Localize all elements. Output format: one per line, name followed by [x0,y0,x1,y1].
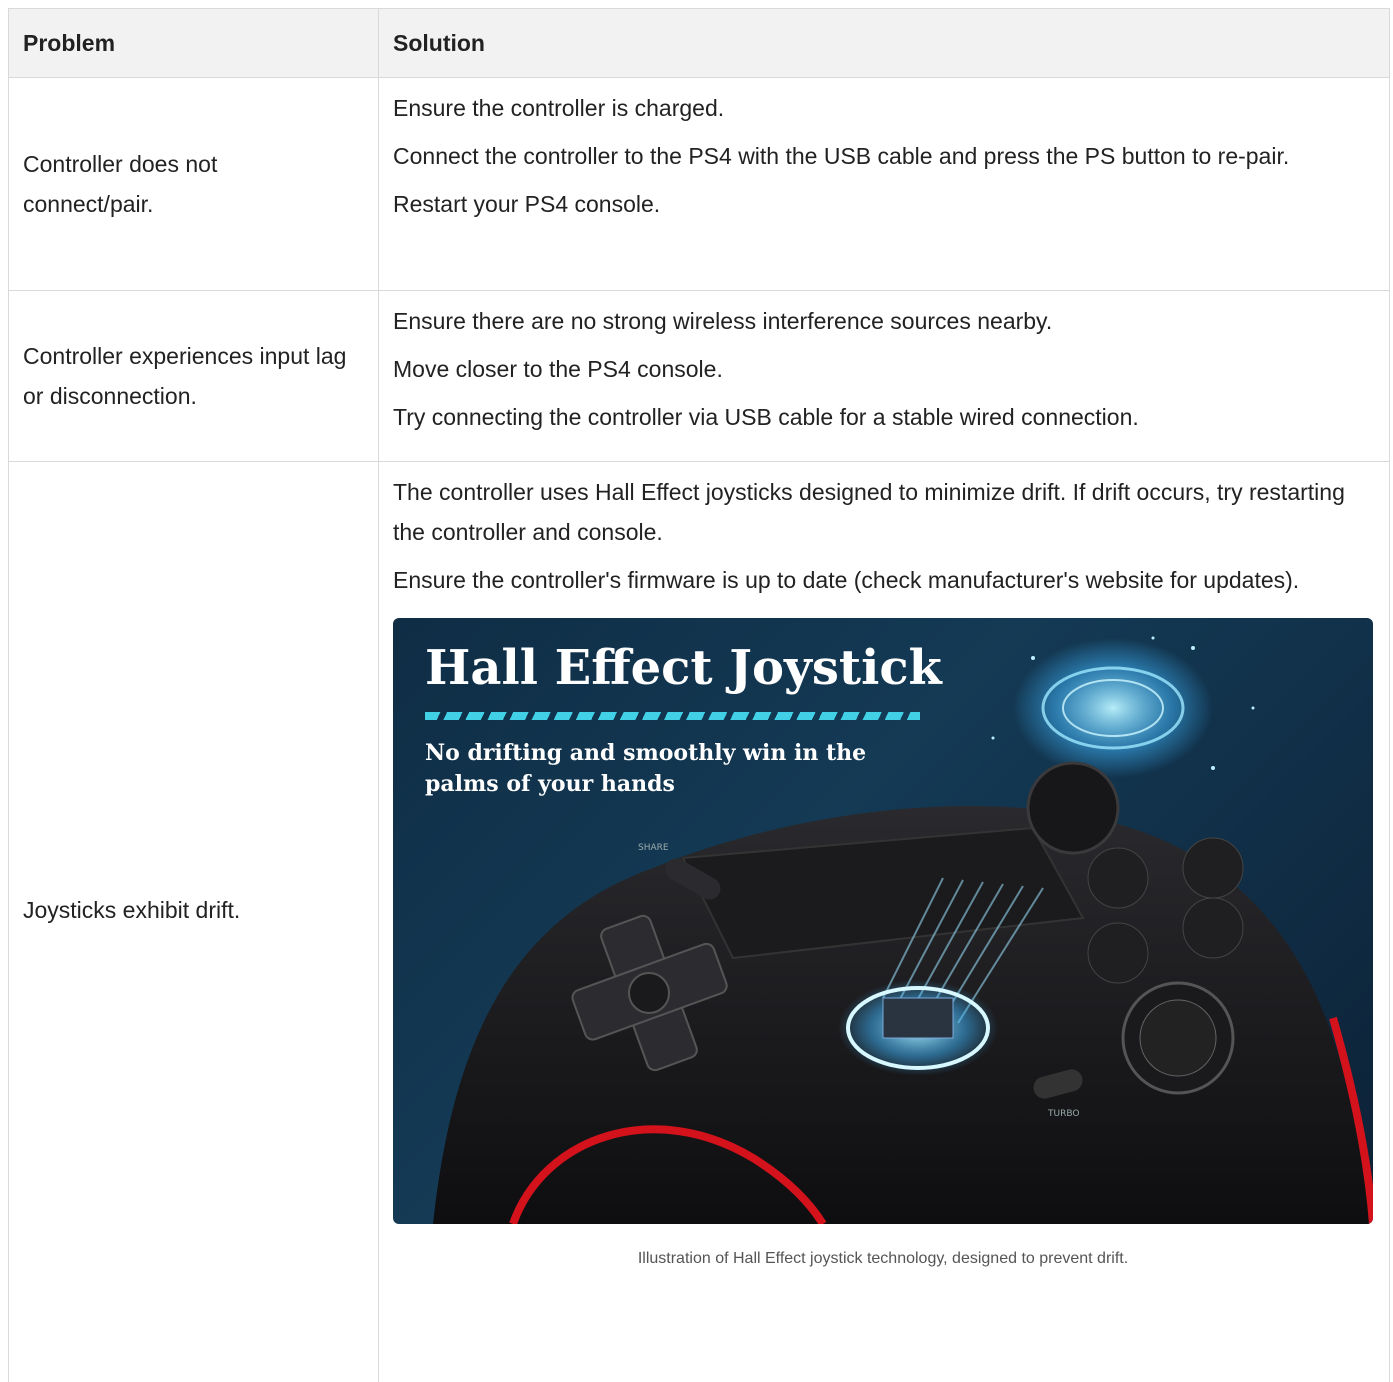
share-label: SHARE [638,843,669,853]
solution-item: The controller uses Hall Effect joystick… [393,479,1345,545]
table-row: Controller does not connect/pair. Ensure… [8,78,1390,291]
table-header-row: Problem Solution [8,8,1390,78]
solution-item: Try connecting the controller via USB ca… [393,404,1139,430]
troubleshooting-table: Problem Solution Controller does not con… [8,8,1390,1382]
table-row: Controller experiences input lag or disc… [8,291,1390,462]
solution-cell: The controller uses Hall Effect joystick… [379,462,1390,1382]
header-problem: Problem [8,9,379,77]
solution-cell: Ensure there are no strong wireless inte… [379,291,1390,461]
problem-cell: Controller does not connect/pair. [8,78,379,290]
problem-text: Joysticks exhibit drift. [23,897,241,923]
solution-item: Restart your PS4 console. [393,191,661,217]
problem-text: Controller experiences input lag or disc… [23,343,347,409]
solution-item: Ensure the controller is charged. [393,95,725,121]
controller-illustration: SHARE TURBO [433,636,1373,1224]
solution-item: Ensure the controller's firmware is up t… [393,567,1300,593]
figure-caption: Illustration of Hall Effect joystick tec… [637,1250,1129,1267]
solution-item: Ensure there are no strong wireless inte… [393,308,1053,334]
table-row: Joysticks exhibit drift. The controller … [8,462,1390,1382]
solution-cell: Ensure the controller is charged. Connec… [379,78,1390,290]
problem-cell: Controller experiences input lag or disc… [8,291,379,461]
header-solution: Solution [379,9,1390,77]
figure-title: Hall Effect Joystick [425,640,942,696]
turbo-label: TURBO [1047,1109,1079,1119]
problem-text: Controller does not connect/pair. [23,151,218,217]
solution-item: Move closer to the PS4 console. [393,356,723,382]
figure-subtitle: No drifting and smoothly win in the palm… [425,740,867,797]
problem-cell: Joysticks exhibit drift. [8,462,379,1382]
solution-item: Connect the controller to the PS4 with t… [393,143,1290,169]
hall-effect-joystick-image: SHARE TURBO Hall Effect Joystick No drif… [393,618,1373,1224]
decorative-stripe [425,712,920,720]
